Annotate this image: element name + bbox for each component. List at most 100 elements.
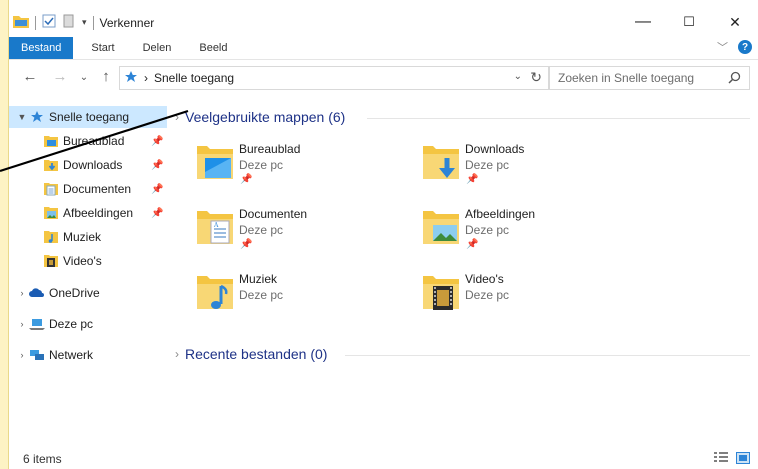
expand-chevron-icon[interactable]: › — [15, 319, 29, 329]
pin-icon: 📌 — [151, 136, 164, 147]
search-box[interactable]: Zoeken in Snelle toegang — [549, 66, 750, 90]
ribbon-controls: ﹀ ? — [717, 39, 752, 55]
group-chevron-icon[interactable]: › — [175, 347, 179, 361]
nav-label: Afbeeldingen — [63, 206, 134, 220]
refresh-icon[interactable]: ↻ — [530, 69, 542, 86]
folder-name: Downloads — [465, 142, 525, 156]
onedrive-cloud-icon — [29, 286, 45, 300]
file-explorer-window: ▾ Verkenner — ☐ ✕ Bestand Start Delen Be… — [9, 0, 758, 469]
toolbar-separator — [35, 15, 36, 30]
new-folder-icon[interactable] — [62, 14, 76, 31]
maximize-button[interactable]: ☐ — [666, 8, 712, 36]
pin-icon: 📌 — [151, 160, 164, 171]
nav-label: Documenten — [63, 182, 132, 196]
group-divider — [367, 118, 750, 119]
properties-icon[interactable] — [42, 14, 56, 31]
nav-item-quick-access[interactable]: ▼ Snelle toegang — [9, 106, 167, 128]
folder-tile-desktop[interactable]: Bureaublad Deze pc 📌 — [195, 142, 415, 194]
music-folder-icon — [195, 272, 235, 312]
downloads-folder-icon — [43, 158, 59, 172]
network-icon — [29, 348, 45, 362]
pin-icon: 📌 — [466, 174, 479, 185]
folder-location: Deze pc — [239, 158, 284, 172]
folder-location: Deze pc — [239, 223, 284, 237]
up-arrow-icon[interactable]: ↑ — [97, 68, 115, 85]
navigation-bar: ← → ⌄ ↑ › Snelle toegang ⌄ ↻ Zoeken in S… — [9, 64, 758, 92]
desktop-folder-icon — [43, 134, 59, 148]
downloads-folder-icon — [421, 142, 461, 182]
nav-item-documents[interactable]: Documenten — [43, 178, 131, 200]
nav-item-this-pc[interactable]: › Deze pc — [9, 313, 94, 335]
documents-folder-icon: A — [195, 207, 235, 247]
documents-folder-icon — [43, 182, 59, 196]
tab-file[interactable]: Bestand — [9, 36, 74, 59]
nav-label: Video's — [63, 254, 102, 268]
collapse-chevron-icon[interactable]: ▼ — [15, 112, 29, 122]
expand-chevron-icon[interactable]: › — [15, 350, 29, 360]
nav-item-onedrive[interactable]: › OneDrive — [9, 282, 100, 304]
group-chevron-icon[interactable]: › — [175, 110, 179, 124]
recent-locations-chevron-icon[interactable]: ⌄ — [75, 72, 93, 83]
nav-item-music[interactable]: Muziek — [43, 226, 101, 248]
folder-tile-documents[interactable]: A Documenten Deze pc 📌 — [195, 207, 415, 259]
folder-location: Deze pc — [239, 288, 284, 302]
videos-folder-icon — [421, 272, 461, 312]
customize-toolbar-icon[interactable]: ▾ — [82, 17, 87, 28]
search-icon[interactable] — [728, 71, 741, 87]
back-arrow-icon[interactable]: ← — [21, 68, 39, 85]
pictures-folder-icon — [43, 206, 59, 220]
pin-icon: 📌 — [466, 239, 479, 250]
nav-item-network[interactable]: › Netwerk — [9, 344, 94, 366]
close-button[interactable]: ✕ — [712, 8, 758, 36]
pin-icon: 📌 — [240, 239, 253, 250]
breadcrumb-item[interactable]: Snelle toegang — [154, 71, 234, 85]
quick-access-star-icon — [29, 110, 45, 124]
explorer-folder-icon — [13, 14, 29, 31]
group-title: Veelgebruikte mappen (6) — [185, 109, 346, 125]
pin-icon: 📌 — [151, 184, 164, 195]
toolbar-separator — [92, 15, 94, 30]
large-icons-view-icon[interactable] — [736, 452, 750, 467]
address-bar[interactable]: › Snelle toegang ⌄ ↻ — [119, 66, 549, 90]
folder-name: Documenten — [239, 207, 308, 221]
tab-home[interactable]: Start — [79, 37, 126, 59]
nav-item-downloads[interactable]: Downloads — [43, 154, 122, 176]
tab-share[interactable]: Delen — [131, 37, 184, 59]
nav-item-pictures[interactable]: Afbeeldingen — [43, 202, 133, 224]
recent-files-header[interactable]: › Recente bestanden (0) — [175, 344, 327, 364]
music-folder-icon — [43, 230, 59, 244]
nav-item-desktop[interactable]: Bureaublad — [43, 130, 124, 152]
forward-arrow-icon[interactable]: → — [51, 68, 69, 85]
view-switcher — [714, 452, 750, 467]
minimize-button[interactable]: — — [620, 8, 666, 36]
nav-label: Downloads — [63, 158, 123, 172]
ribbon-tabs: Bestand Start Delen Beeld ﹀ ? — [9, 36, 758, 60]
status-bar: 6 items — [9, 449, 758, 469]
expand-ribbon-icon[interactable]: ﹀ — [717, 39, 728, 55]
address-dropdown-icon[interactable]: ⌄ — [514, 71, 522, 82]
quick-access-star-icon — [124, 70, 138, 87]
details-view-icon[interactable] — [714, 452, 728, 467]
folder-name: Bureaublad — [239, 142, 301, 156]
help-icon[interactable]: ? — [738, 40, 752, 54]
folder-name: Muziek — [239, 272, 278, 286]
tab-view[interactable]: Beeld — [187, 37, 239, 59]
content-pane: › Veelgebruikte mappen (6) Bureaublad De… — [167, 102, 758, 449]
folder-tile-videos[interactable]: Video's Deze pc — [421, 272, 641, 324]
folder-tile-music[interactable]: Muziek Deze pc — [195, 272, 415, 324]
breadcrumb-separator: › — [144, 71, 148, 85]
pin-icon: 📌 — [151, 208, 164, 219]
frequent-folders-header[interactable]: › Veelgebruikte mappen (6) — [175, 107, 345, 127]
nav-item-videos[interactable]: Video's — [43, 250, 102, 272]
nav-label: Bureaublad — [63, 134, 125, 148]
folder-name: Afbeeldingen — [465, 207, 536, 221]
expand-chevron-icon[interactable]: › — [15, 288, 29, 298]
folder-location: Deze pc — [465, 288, 510, 302]
folder-location: Deze pc — [465, 223, 510, 237]
folder-tile-pictures[interactable]: Afbeeldingen Deze pc 📌 — [421, 207, 641, 259]
desktop-folder-icon — [195, 142, 235, 182]
group-divider — [345, 355, 750, 356]
item-count: 6 items — [23, 452, 62, 466]
nav-label: Netwerk — [49, 348, 94, 362]
folder-tile-downloads[interactable]: Downloads Deze pc 📌 — [421, 142, 641, 194]
